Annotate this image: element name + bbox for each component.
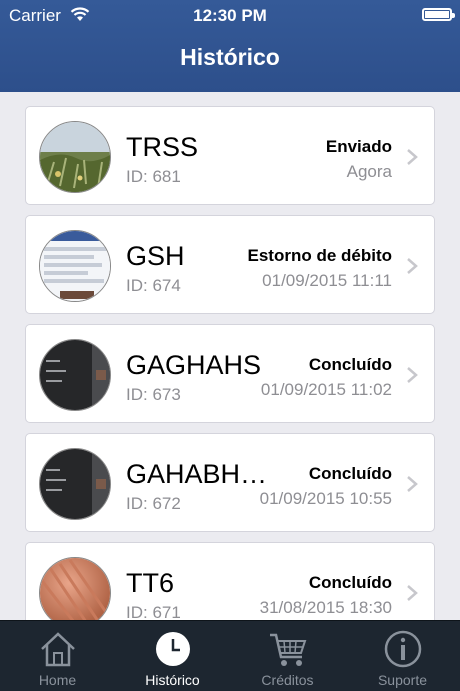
item-name: GSH — [126, 241, 185, 271]
item-date: 01/09/2015 11:02 — [260, 380, 392, 399]
clock-label: 12:30 PM — [193, 6, 267, 25]
cart-icon — [270, 633, 307, 666]
list-item[interactable]: GSH ID: 674 Estorno de débito 01/09/2015… — [25, 215, 435, 314]
item-thumbnail — [39, 557, 111, 620]
item-date: Agora — [346, 162, 392, 181]
item-date: 31/08/2015 18:30 — [259, 598, 392, 617]
item-status: Enviado — [325, 137, 392, 156]
clock-icon — [156, 632, 190, 666]
item-status: Concluído — [308, 355, 392, 374]
item-status: Estorno de débito — [247, 246, 393, 265]
tab-label: Créditos — [261, 672, 314, 688]
item-date: 01/09/2015 11:11 — [262, 271, 392, 290]
chevron-right-icon — [407, 367, 418, 383]
item-thumbnail — [39, 448, 111, 520]
item-id: ID: 672 — [126, 494, 181, 513]
list-item[interactable]: GAHABH… ID: 672 Concluído 01/09/2015 10:… — [25, 433, 435, 532]
list-item[interactable]: GAGHAHS ID: 673 Concluído 01/09/2015 11:… — [25, 324, 435, 423]
chevron-right-icon — [407, 149, 418, 165]
item-date: 01/09/2015 10:55 — [259, 489, 392, 508]
tab-label: Home — [38, 672, 77, 688]
item-id: ID: 681 — [126, 167, 181, 186]
item-thumbnail — [39, 121, 111, 193]
item-thumbnail — [39, 339, 111, 411]
tab-suporte[interactable]: Suporte — [345, 621, 460, 691]
tab-historico[interactable]: Histórico — [115, 621, 230, 691]
item-name: TRSS — [126, 132, 199, 162]
chevron-right-icon — [407, 258, 418, 274]
home-icon — [41, 632, 75, 667]
tab-home[interactable]: Home — [0, 621, 115, 691]
chevron-right-icon — [407, 585, 418, 601]
page-title: Histórico — [180, 44, 280, 70]
chevron-right-icon — [407, 476, 418, 492]
battery-icon — [422, 8, 455, 21]
status-bar: Carrier 12:30 PM — [0, 0, 460, 32]
item-id: ID: 671 — [126, 603, 181, 620]
tab-creditos[interactable]: Créditos — [230, 621, 345, 691]
info-icon — [384, 630, 422, 668]
item-id: ID: 673 — [126, 385, 181, 404]
list-item[interactable]: TT6 ID: 671 Concluído 31/08/2015 18:30 — [25, 542, 435, 620]
item-name: TT6 — [126, 568, 175, 598]
item-thumbnail — [39, 230, 111, 302]
item-id: ID: 674 — [126, 276, 181, 295]
history-list: TRSS ID: 681 Enviado Agora GSH ID: 674 E… — [0, 92, 460, 620]
tab-label: Histórico — [145, 672, 200, 688]
item-status: Concluído — [308, 464, 392, 483]
item-status: Concluído — [308, 573, 392, 592]
tab-label: Suporte — [377, 672, 428, 688]
list-item[interactable]: TRSS ID: 681 Enviado Agora — [25, 106, 435, 205]
item-name: GAHABH… — [126, 459, 268, 489]
navigation-bar: Carrier 12:30 PM Histórico — [0, 0, 460, 92]
tab-bar: Home Histórico Créditos Suporte — [0, 620, 460, 691]
item-name: GAGHAHS — [126, 350, 262, 380]
